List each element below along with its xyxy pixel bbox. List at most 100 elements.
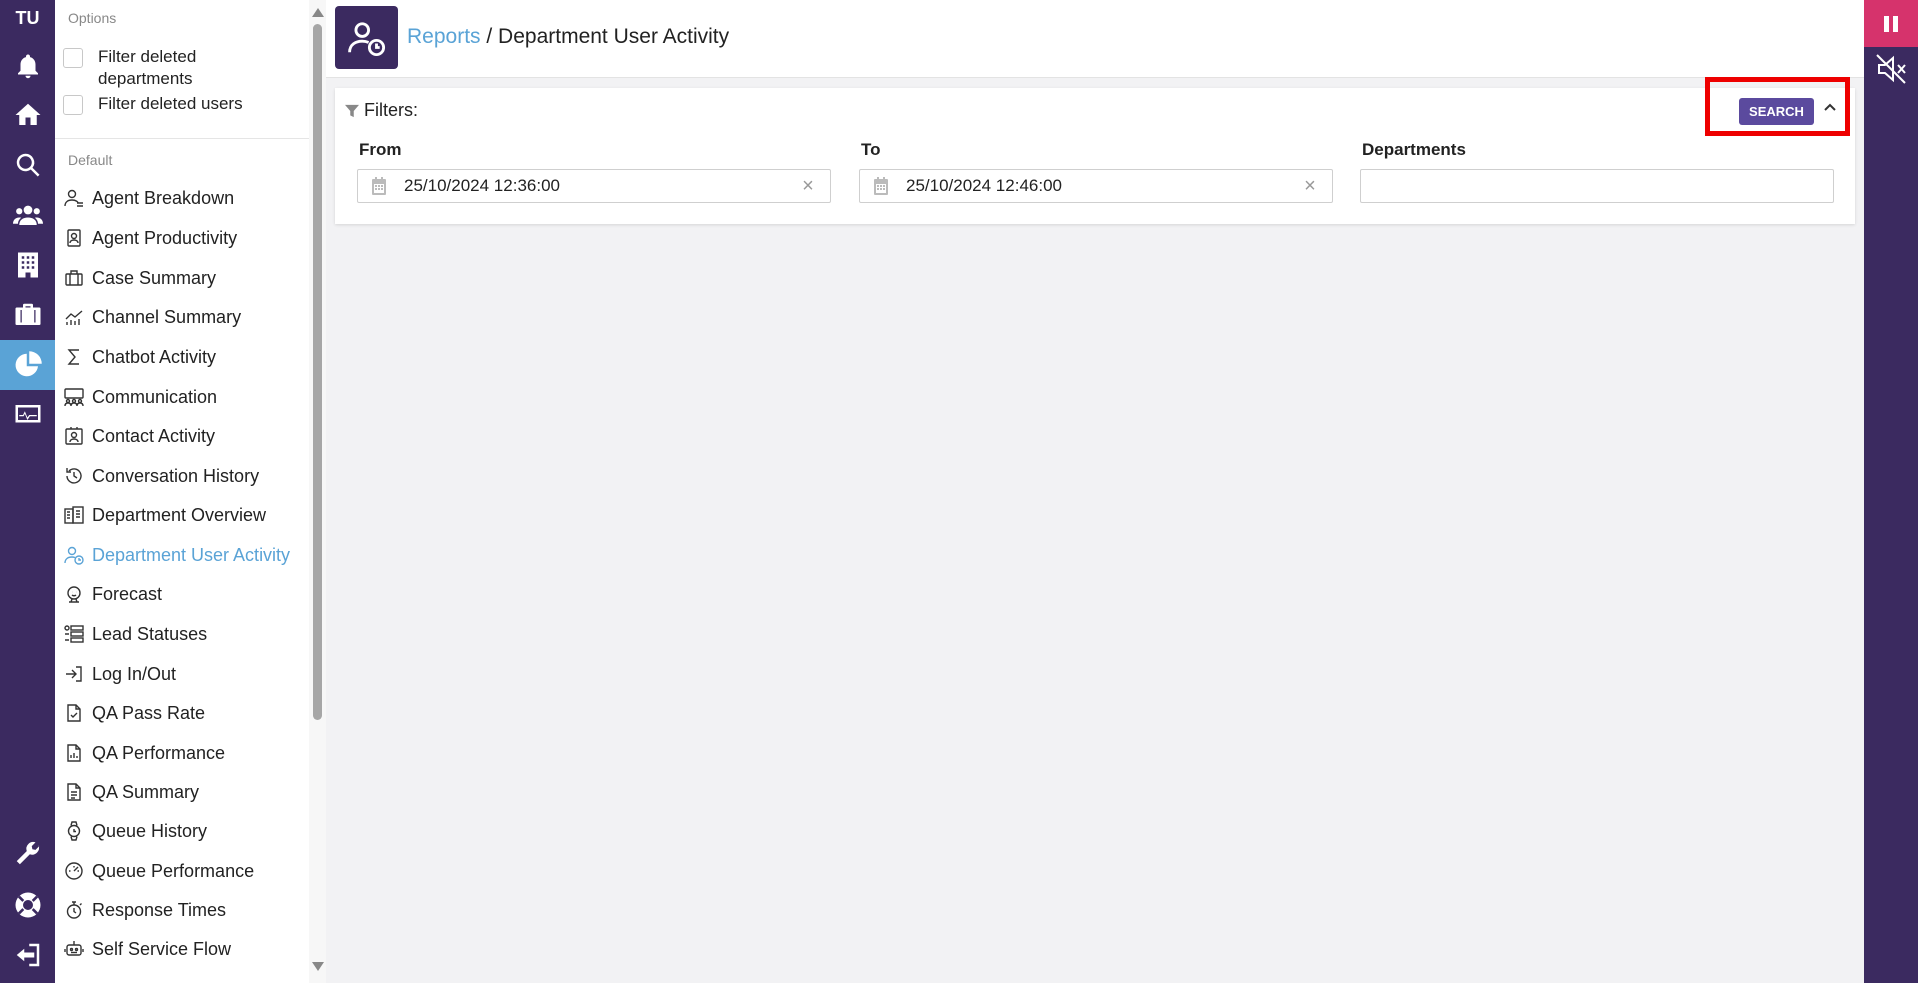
filter-icon [345, 104, 359, 117]
qa-summary-icon [67, 783, 81, 801]
menu-item-label: Contact Activity [92, 425, 216, 446]
menu-item-conversation-history[interactable]: Conversation History [63, 461, 259, 491]
cases-nav[interactable] [0, 290, 55, 340]
qa-pass-icon [67, 704, 81, 722]
menu-item-label: Agent Productivity [92, 227, 238, 248]
sigma-icon [67, 349, 79, 365]
to-date-value: 25/10/2024 12:46:00 [906, 176, 1062, 195]
menu-item-label: Queue Performance [92, 860, 255, 881]
page-header: Reports / Department User Activity [326, 0, 1864, 78]
menu-item-lead-statuses[interactable]: Lead Statuses [63, 619, 207, 649]
menu-item-communication[interactable]: Communication [63, 382, 217, 412]
menu-item-label: Response Times [92, 899, 227, 920]
from-date-field[interactable]: 25/10/2024 12:36:00 × [357, 169, 831, 203]
departments-nav[interactable] [0, 240, 55, 290]
calendar-icon [372, 177, 386, 195]
clear-from-icon[interactable]: × [798, 175, 818, 198]
departments-select[interactable] [1360, 169, 1834, 203]
option-label: Filter deleted users [98, 94, 243, 113]
clear-to-icon[interactable]: × [1300, 175, 1320, 198]
search-nav[interactable] [0, 140, 55, 190]
home-nav[interactable] [0, 90, 55, 140]
scroll-up-arrow-icon[interactable] [312, 8, 324, 17]
tools-nav[interactable] [0, 828, 55, 878]
channel-summary-icon [65, 310, 83, 325]
home-icon [15, 103, 40, 125]
menu-item-self-service-flow[interactable]: Self Service Flow [63, 934, 231, 964]
menu-item-label: Agent Breakdown [92, 187, 235, 208]
filter-deleted-users-option[interactable]: Filter deleted users [63, 93, 278, 115]
menu-item-label: Department User Activity [92, 544, 291, 565]
breadcrumb-separator: / [480, 25, 499, 48]
menu-item-label: Channel Summary [92, 306, 242, 327]
menu-item-department-user-activity[interactable]: Department User Activity [63, 540, 290, 570]
menu-item-case-summary[interactable]: Case Summary [63, 263, 216, 293]
scroll-thumb[interactable] [313, 24, 322, 720]
qa-performance-icon [67, 744, 81, 762]
reports-nav[interactable] [0, 340, 55, 390]
notifications-nav[interactable] [0, 42, 55, 92]
users-nav[interactable] [0, 190, 55, 240]
pause-button[interactable] [1864, 0, 1918, 47]
users-icon [12, 205, 43, 225]
menu-scrollbar[interactable] [309, 0, 326, 983]
login-icon [66, 666, 82, 682]
briefcase-icon [15, 303, 40, 325]
chevron-up-icon [1824, 103, 1836, 111]
menu-item-label: Self Service Flow [92, 938, 232, 959]
user-initials[interactable]: TU [0, 8, 55, 29]
menu-item-label: Lead Statuses [92, 623, 208, 644]
menu-item-department-overview[interactable]: Department Overview [63, 500, 266, 530]
menu-item-agent-productivity[interactable]: Agent Productivity [63, 223, 237, 253]
watch-icon [67, 821, 81, 841]
robot-icon [64, 941, 84, 956]
menu-item-response-times[interactable]: Response Times [63, 895, 226, 925]
mute-toggle[interactable] [1874, 52, 1908, 86]
building-icon [17, 252, 38, 278]
to-date-field[interactable]: 25/10/2024 12:46:00 × [859, 169, 1333, 203]
search-button[interactable]: SEARCH [1739, 98, 1814, 125]
lead-statuses-icon [64, 625, 84, 643]
wrench-icon [16, 841, 39, 865]
departments-label: Departments [1362, 140, 1466, 159]
menu-item-queue-performance[interactable]: Queue Performance [63, 856, 254, 886]
menu-item-chatbot-activity[interactable]: Chatbot Activity [63, 342, 216, 372]
user-clock-icon [64, 546, 84, 565]
monitor-icon [15, 405, 40, 423]
breadcrumb-reports-link[interactable]: Reports [407, 25, 481, 48]
checkbox[interactable] [63, 95, 83, 115]
menu-item-qa-pass-rate[interactable]: QA Pass Rate [63, 698, 205, 728]
scroll-down-arrow-icon[interactable] [312, 962, 324, 971]
communication-icon [64, 388, 84, 407]
menu-item-forecast[interactable]: Forecast [63, 579, 162, 609]
checkbox[interactable] [63, 48, 83, 68]
menu-item-label: Department Overview [92, 504, 267, 525]
logout-nav[interactable] [0, 930, 55, 980]
user-clock-icon [347, 21, 385, 56]
from-label: From [359, 140, 402, 159]
department-overview-icon [64, 506, 84, 524]
menu-item-agent-breakdown[interactable]: Agent Breakdown [63, 183, 234, 213]
menu-item-label: QA Pass Rate [92, 702, 206, 723]
menu-item-qa-performance[interactable]: QA Performance [63, 738, 225, 768]
left-icon-rail: TU [0, 0, 55, 983]
monitor-nav[interactable] [0, 390, 55, 440]
forecast-icon [67, 586, 81, 603]
calendar-icon [874, 177, 888, 195]
filter-deleted-departments-option[interactable]: Filter deleted departments [63, 46, 218, 90]
menu-item-contact-activity[interactable]: Contact Activity [63, 421, 215, 451]
help-nav[interactable] [0, 880, 55, 930]
menu-item-channel-summary[interactable]: Channel Summary [63, 302, 241, 332]
menu-item-label: Chatbot Activity [92, 346, 217, 367]
menu-item-queue-history[interactable]: Queue History [63, 816, 207, 846]
search-icon [16, 153, 39, 177]
menu-item-label: Communication [92, 386, 218, 407]
history-icon [66, 468, 82, 484]
menu-item-log-in-out[interactable]: Log In/Out [63, 659, 176, 689]
filters-title: Filters: [345, 100, 418, 121]
menu-item-qa-summary[interactable]: QA Summary [63, 777, 199, 807]
collapse-filters-toggle[interactable] [1822, 99, 1844, 121]
menu-item-label: Case Summary [92, 267, 217, 288]
contact-card-icon [65, 427, 83, 445]
menu-item-label: Queue History [92, 820, 208, 841]
